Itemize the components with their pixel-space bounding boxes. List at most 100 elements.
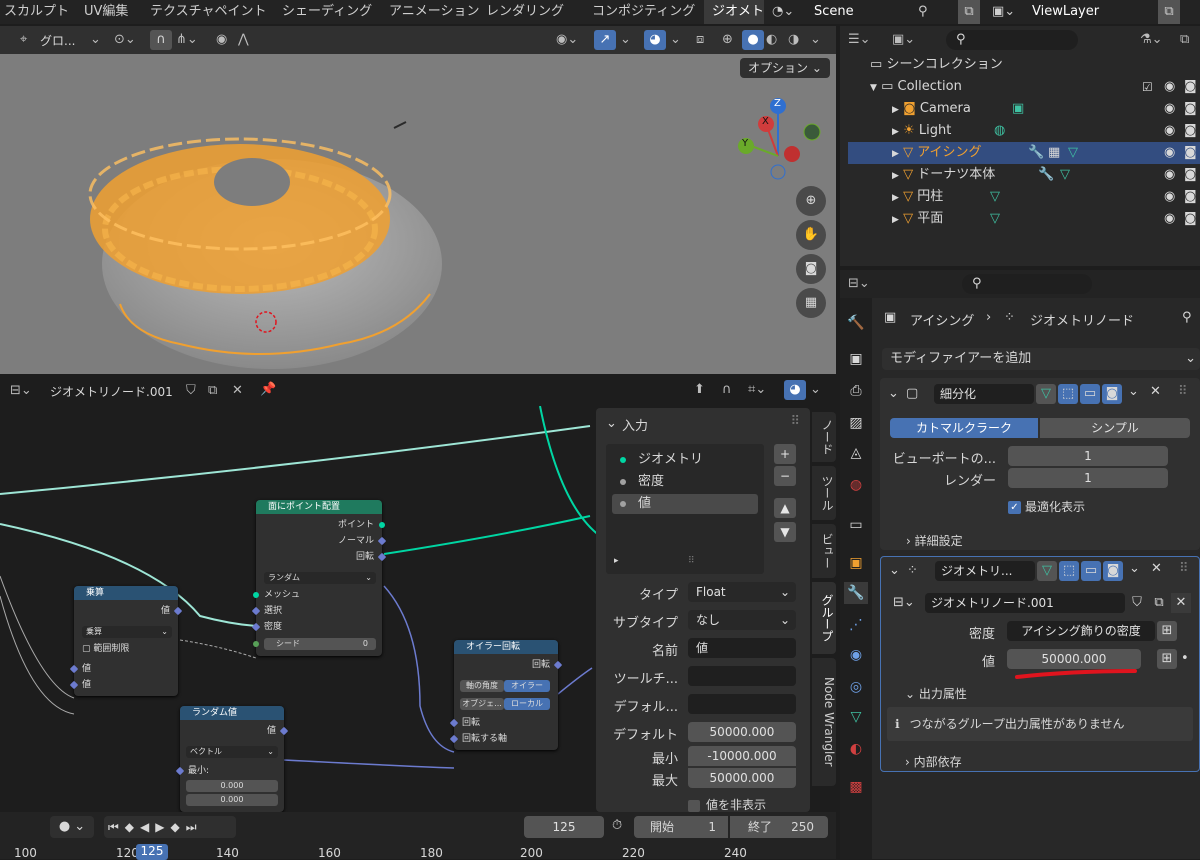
- tab-view[interactable]: ビュー: [812, 524, 836, 578]
- mesh-data-icon[interactable]: ▽: [990, 186, 1000, 208]
- filter-icon[interactable]: ⚗⌄: [1140, 32, 1163, 47]
- scene-icon[interactable]: ◔⌄: [772, 0, 794, 24]
- collection-tab-icon[interactable]: ▭: [844, 514, 868, 536]
- eye-icon[interactable]: ◉: [1164, 208, 1175, 230]
- snap-element-icon[interactable]: ⌗⌄: [748, 382, 766, 397]
- rendered-shading-icon[interactable]: ◑: [788, 32, 799, 47]
- chevron-down-icon[interactable]: ⌄: [888, 386, 899, 401]
- remove-socket-button[interactable]: −: [774, 466, 796, 486]
- falloff-icon[interactable]: ⋀: [238, 32, 249, 47]
- tab-uv[interactable]: UV編集: [84, 0, 128, 24]
- editor-type-icon[interactable]: ☰⌄: [848, 32, 871, 47]
- scene-name[interactable]: Scene: [814, 0, 854, 24]
- render-tab-icon[interactable]: ▣: [844, 348, 868, 370]
- list-resize-icon[interactable]: ⠿: [688, 556, 695, 566]
- chevron-down-icon[interactable]: ⌄: [1128, 384, 1139, 399]
- eye-icon[interactable]: ◉: [1164, 142, 1175, 164]
- pin-icon[interactable]: ⚲: [918, 0, 928, 24]
- parent-icon[interactable]: ⬆: [694, 382, 705, 397]
- render-camera-icon[interactable]: ◙: [1184, 186, 1197, 208]
- transform-orientation[interactable]: グロ...: [40, 32, 75, 49]
- object-space-button[interactable]: オブジェ...: [460, 698, 504, 710]
- tab-geometry[interactable]: ジオメト: [704, 0, 764, 24]
- render-camera-icon[interactable]: ◙: [1184, 98, 1197, 120]
- eye-icon[interactable]: ◉: [1164, 76, 1175, 98]
- axis-angle-button[interactable]: 軸の角度: [460, 680, 504, 692]
- type-select[interactable]: Float ⌄: [688, 582, 796, 602]
- mesh-data-icon[interactable]: ▽: [1060, 164, 1070, 186]
- advanced-subpanel[interactable]: › 詳細設定: [906, 532, 963, 549]
- snap-icon[interactable]: ∩: [722, 382, 732, 397]
- outliner-item-donut[interactable]: ▶ ▽ ドーナツ本体 🔧 ▽ ◉ ◙: [848, 164, 1200, 186]
- euler-button[interactable]: オイラー: [504, 680, 550, 692]
- drag-handle-icon[interactable]: ⠿: [1179, 561, 1189, 576]
- pin-icon[interactable]: ⚲: [1182, 310, 1192, 325]
- tooltip-input[interactable]: [688, 666, 796, 686]
- node-tree-browse-icon[interactable]: ⊟⌄: [893, 595, 915, 610]
- viewport-levels-field[interactable]: 1: [1008, 446, 1168, 466]
- move-up-button[interactable]: ▲: [774, 498, 796, 518]
- tab-node-wrangler[interactable]: Node Wrangler: [812, 658, 836, 786]
- current-frame-field[interactable]: 125: [524, 816, 604, 838]
- chevron-down-icon[interactable]: ⌄: [889, 563, 900, 578]
- editmode-icon[interactable]: ⬚: [1059, 561, 1079, 581]
- socket-mesh[interactable]: [253, 592, 259, 598]
- overlay-toggle-icon[interactable]: ◕: [784, 380, 806, 400]
- catmull-clark-button[interactable]: カトマルクラーク: [890, 418, 1038, 438]
- pin-icon[interactable]: 📌: [260, 382, 276, 397]
- editmode-icon[interactable]: ⬚: [1058, 384, 1078, 404]
- camera-view-icon[interactable]: ◙: [796, 254, 826, 284]
- random-value-node[interactable]: ランダム値 値 ベクトル ⌄ 最小: 0.000 0.000: [175, 706, 289, 812]
- chevron-right-icon[interactable]: ▶: [848, 193, 899, 203]
- tab-animation[interactable]: アニメーション: [389, 0, 479, 24]
- outliner-item-camera[interactable]: ▶ ◙ Camera ▣ ◉ ◙: [848, 98, 1200, 120]
- object-tab-icon[interactable]: ▣: [844, 552, 868, 574]
- node-editor[interactable]: ⊟⌄ ジオメトリノード.001 ⛉ ⧉ ✕ 📌 ⬆ ∩ ⌗⌄ ◕ ⌄ 面にポイン…: [0, 376, 836, 812]
- group-socket-list[interactable]: ジオメトリ 密度 値 ▸ ⠿: [606, 444, 764, 574]
- hide-value-checkbox[interactable]: 値を非表示: [688, 796, 766, 813]
- clamp-checkbox[interactable]: ▢ 範囲制限: [82, 644, 129, 655]
- add-socket-button[interactable]: +: [774, 444, 796, 464]
- new-scene-icon[interactable]: ⧉: [958, 0, 980, 24]
- editor-type-icon[interactable]: ⊟⌄: [10, 383, 32, 398]
- value-field[interactable]: 50000.000: [1007, 649, 1141, 669]
- mesh-data-icon[interactable]: ▽: [1068, 142, 1078, 164]
- chevron-down-icon[interactable]: ⌄: [810, 32, 821, 47]
- math-multiply-node[interactable]: 乗算 値 乗算 ⌄ ▢ 範囲制限 値 値: [69, 586, 183, 696]
- material-icon[interactable]: ▦: [1048, 142, 1060, 164]
- transform-orientation-icon[interactable]: ⌖: [20, 32, 27, 47]
- new-collection-icon[interactable]: ⧉: [1180, 32, 1189, 47]
- chevron-down-icon[interactable]: ▼: [848, 83, 877, 93]
- unlink-icon[interactable]: ✕: [232, 383, 243, 398]
- material-shading-icon[interactable]: ◐: [766, 32, 777, 47]
- unlink-icon[interactable]: ✕: [1171, 593, 1191, 613]
- optimal-display-checkbox[interactable]: ✓ 最適化表示: [1008, 498, 1085, 515]
- snap-icon[interactable]: ∩: [150, 30, 172, 50]
- chevron-down-icon[interactable]: ⌄: [620, 32, 631, 47]
- eye-icon[interactable]: ◉: [1164, 164, 1175, 186]
- seed-field[interactable]: シード 0: [264, 638, 376, 650]
- outliner-item-cylinder[interactable]: ▶ ▽ 円柱 ▽ ◉ ◙: [848, 186, 1200, 208]
- drag-handle-icon[interactable]: ⠿: [790, 414, 800, 429]
- end-frame-field[interactable]: 終了 250: [730, 816, 828, 838]
- scene-tab-icon[interactable]: ◬: [844, 442, 868, 464]
- constraints-tab-icon[interactable]: ◎: [844, 676, 868, 698]
- chevron-down-icon[interactable]: ⌄: [810, 382, 821, 397]
- tab-texture-paint[interactable]: テクスチャペイント: [150, 0, 266, 24]
- display-mode-icon[interactable]: ▣⌄: [892, 32, 915, 47]
- tab-group[interactable]: グループ: [812, 582, 836, 654]
- viewport-3d[interactable]: ⌖ グロ... ⌄ ⊙⌄ ∩ ⋔⌄ ◉ ⋀ ◉⌄ ↗ ⌄ ◕ ⌄ ⧈ ⊕ ● ◐…: [0, 26, 836, 374]
- wrench-icon[interactable]: 🔧: [1028, 142, 1044, 164]
- viewport-display-icon[interactable]: ▭: [1080, 384, 1100, 404]
- max-value-field[interactable]: 50000.000: [688, 768, 796, 788]
- start-frame-field[interactable]: 開始 1: [634, 816, 728, 838]
- subsurf-name-input[interactable]: 細分化: [934, 384, 1034, 404]
- view-layer-icon[interactable]: ▣⌄: [992, 0, 1015, 24]
- gizmo-toggle-icon[interactable]: ↗: [594, 30, 616, 50]
- data-tab-icon[interactable]: ▽: [844, 706, 868, 728]
- render-camera-icon[interactable]: ◙: [1184, 120, 1197, 142]
- node-tree-select[interactable]: ジオメトリノード.001: [925, 593, 1125, 613]
- eye-icon[interactable]: ◉: [1164, 120, 1175, 142]
- chevron-down-icon[interactable]: ⌄: [1129, 561, 1140, 576]
- min-x-field[interactable]: 0.000: [186, 780, 278, 792]
